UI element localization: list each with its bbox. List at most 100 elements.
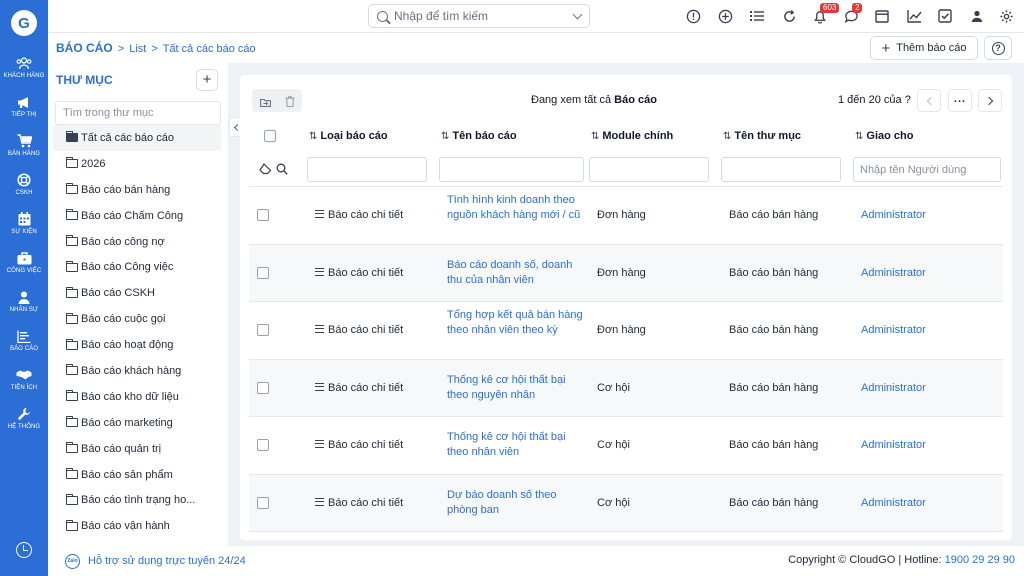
list-icon[interactable] <box>749 8 765 24</box>
prev-page-button[interactable] <box>917 89 941 112</box>
search-filter-icon[interactable] <box>276 163 288 178</box>
row-checkbox[interactable] <box>257 496 269 509</box>
rail-item-megaphone[interactable]: TIẾP THỊ <box>0 87 48 126</box>
folder-item[interactable]: Báo cáo marketing <box>53 410 221 436</box>
folder-item[interactable]: Báo cáo khách hàng <box>53 358 221 384</box>
assignee-link[interactable]: Administrator <box>861 323 926 338</box>
global-search[interactable]: Nhập để tìm kiếm <box>368 4 590 28</box>
assignee-link[interactable]: Administrator <box>861 496 926 511</box>
assignee-link[interactable]: Administrator <box>861 381 926 396</box>
folder-item[interactable]: Báo cáo CSKH <box>53 280 221 306</box>
folder-item[interactable]: Báo cáo Chấm Công <box>53 203 221 229</box>
folder-item[interactable]: Tất cả các báo cáo <box>53 125 221 151</box>
add-folder-button[interactable]: + <box>196 69 218 91</box>
person-icon <box>16 290 32 304</box>
move-folder-icon[interactable] <box>259 96 271 107</box>
rail-item-person[interactable]: NHÂN SỰ <box>0 282 48 321</box>
report-name-link[interactable]: Dự báo doanh số theo phòng ban <box>447 488 583 518</box>
folder-item[interactable]: Báo cáo tình trạng ho... <box>53 487 221 513</box>
add-report-button[interactable]: + Thêm báo cáo <box>870 36 978 60</box>
support-link[interactable]: Hỗ trợ sử dụng trực tuyến 24/24 <box>88 555 246 567</box>
filter-folder-input[interactable] <box>721 157 841 182</box>
rail-item-lifebuoy[interactable]: CSKH <box>0 165 48 204</box>
report-name-link[interactable]: Tình hình kinh doanh theo nguồn khách hà… <box>447 193 583 223</box>
chat-icon[interactable]: 2 <box>843 3 863 24</box>
chart-icon[interactable] <box>906 8 922 24</box>
table-row[interactable]: Báo cáo chi tiết Dự báo doanh số theo phò… <box>249 474 1003 532</box>
table-row[interactable]: Báo cáo chi tiết Tình hình kinh doanh the… <box>249 187 1003 245</box>
breadcrumb-current[interactable]: Tất cả các báo cáo <box>163 43 256 55</box>
column-header-folder[interactable]: ⇅ Tên thư mục <box>723 130 801 142</box>
task-check-icon[interactable] <box>937 8 953 24</box>
column-header-type[interactable]: ⇅ Loại báo cáo <box>309 130 388 142</box>
row-checkbox[interactable] <box>257 266 269 279</box>
next-page-button[interactable] <box>978 89 1002 112</box>
filter-row <box>249 153 1003 187</box>
rail-item-calendar[interactable]: SỰ KIỆN <box>0 204 48 243</box>
trash-icon[interactable] <box>285 96 295 108</box>
table-row[interactable]: Báo cáo chi tiết Thống kê cơ hội thất bại… <box>249 417 1003 475</box>
total-count-button[interactable]: ? <box>905 94 911 106</box>
report-name-link[interactable]: Thống kê cơ hội thất bại theo nhân viên <box>447 430 583 460</box>
chevron-down-icon[interactable] <box>572 9 583 19</box>
alert-icon[interactable] <box>685 8 701 24</box>
filter-module-input[interactable] <box>589 157 709 182</box>
folder-item[interactable]: Báo cáo sản phẩm <box>53 462 221 488</box>
table-row[interactable]: Báo cáo chi tiết Tổng hợp kết quả bán hàn… <box>249 302 1003 360</box>
calendar-icon[interactable] <box>874 8 890 24</box>
breadcrumb-module[interactable]: BÁO CÁO <box>56 41 113 55</box>
folder-search-input[interactable] <box>55 101 221 125</box>
folder-item-label: Báo cáo công nợ <box>81 235 165 248</box>
filter-name-input[interactable] <box>439 157 584 182</box>
report-name-link[interactable]: Thống kê cơ hội thất bại theo nguyên nhâ… <box>447 373 583 403</box>
report-name-link[interactable]: Báo cáo doanh số, doanh thu của nhân viê… <box>447 258 583 288</box>
more-actions-button[interactable]: ... <box>948 89 972 112</box>
folder-item[interactable]: Báo cáo vận hành <box>53 513 221 539</box>
refresh-icon[interactable] <box>781 8 797 24</box>
report-icon <box>16 329 32 343</box>
filter-assignee-input[interactable] <box>853 157 1001 182</box>
table-row[interactable]: Báo cáo chi tiết Thống kê cơ hội thất bại… <box>249 359 1003 417</box>
folder-item[interactable]: Báo cáo kho dữ liệu <box>53 384 221 410</box>
folder-item[interactable]: Báo cáo bán hàng <box>53 177 221 203</box>
row-checkbox[interactable] <box>257 209 269 221</box>
table-row[interactable]: Báo cáo chi tiết Báo cáo doanh số, doanh … <box>249 244 1003 302</box>
rail-item-customers[interactable]: KHÁCH HÀNG <box>0 48 48 87</box>
folder-item[interactable]: Báo cáo Công việc <box>53 254 221 280</box>
assignee-link[interactable]: Administrator <box>861 208 926 223</box>
bell-icon[interactable]: 603 <box>812 3 840 24</box>
column-header-name[interactable]: ⇅ Tên báo cáo <box>441 130 517 142</box>
rail-item-briefcase[interactable]: CÔNG VIỆC <box>0 243 48 282</box>
report-name-link[interactable]: Tổng hợp kết quả bán hàng theo nhân viên… <box>447 308 583 338</box>
folder-item[interactable]: Báo cáo cuộc gọi <box>53 306 221 332</box>
help-button[interactable]: ? <box>984 36 1012 60</box>
row-checkbox[interactable] <box>257 324 269 336</box>
filter-type-input[interactable] <box>307 157 427 182</box>
rail-item-handshake[interactable]: TIỆN ÍCH <box>0 360 48 399</box>
column-header-assignee[interactable]: ⇅ Giao cho <box>855 130 913 142</box>
breadcrumb-list[interactable]: List <box>129 43 146 55</box>
history-icon[interactable] <box>16 542 32 558</box>
folder-item[interactable]: Báo cáo công nợ <box>53 229 221 255</box>
folder-item[interactable]: Báo cáo quản trị <box>53 436 221 462</box>
row-checkbox[interactable] <box>257 439 269 451</box>
column-header-module[interactable]: ⇅ Module chính <box>591 130 673 142</box>
cloudgo-logo[interactable]: G <box>11 10 37 36</box>
rail-item-label: TIẾP THỊ <box>11 112 37 118</box>
rail-item-report[interactable]: BÁO CÁO <box>0 321 48 360</box>
rail-item-cart[interactable]: BÁN HÀNG <box>0 126 48 165</box>
user-menu-icon[interactable] <box>969 8 985 24</box>
select-all-checkbox[interactable] <box>264 130 276 142</box>
assignee-link[interactable]: Administrator <box>861 438 926 453</box>
clear-filter-icon[interactable] <box>259 163 272 178</box>
row-checkbox[interactable] <box>257 381 269 394</box>
zalo-icon[interactable]: Zalo <box>65 554 80 569</box>
hotline-number[interactable]: 1900 29 29 90 <box>945 554 1015 566</box>
handshake-icon <box>16 368 32 382</box>
rail-item-wrench[interactable]: HỆ THỐNG <box>0 399 48 438</box>
assignee-link[interactable]: Administrator <box>861 266 926 281</box>
add-circle-icon[interactable] <box>717 8 733 24</box>
settings-gear-icon[interactable] <box>998 8 1014 24</box>
folder-item[interactable]: Báo cáo hoạt động <box>53 332 221 358</box>
folder-item[interactable]: 2026 <box>53 151 221 177</box>
